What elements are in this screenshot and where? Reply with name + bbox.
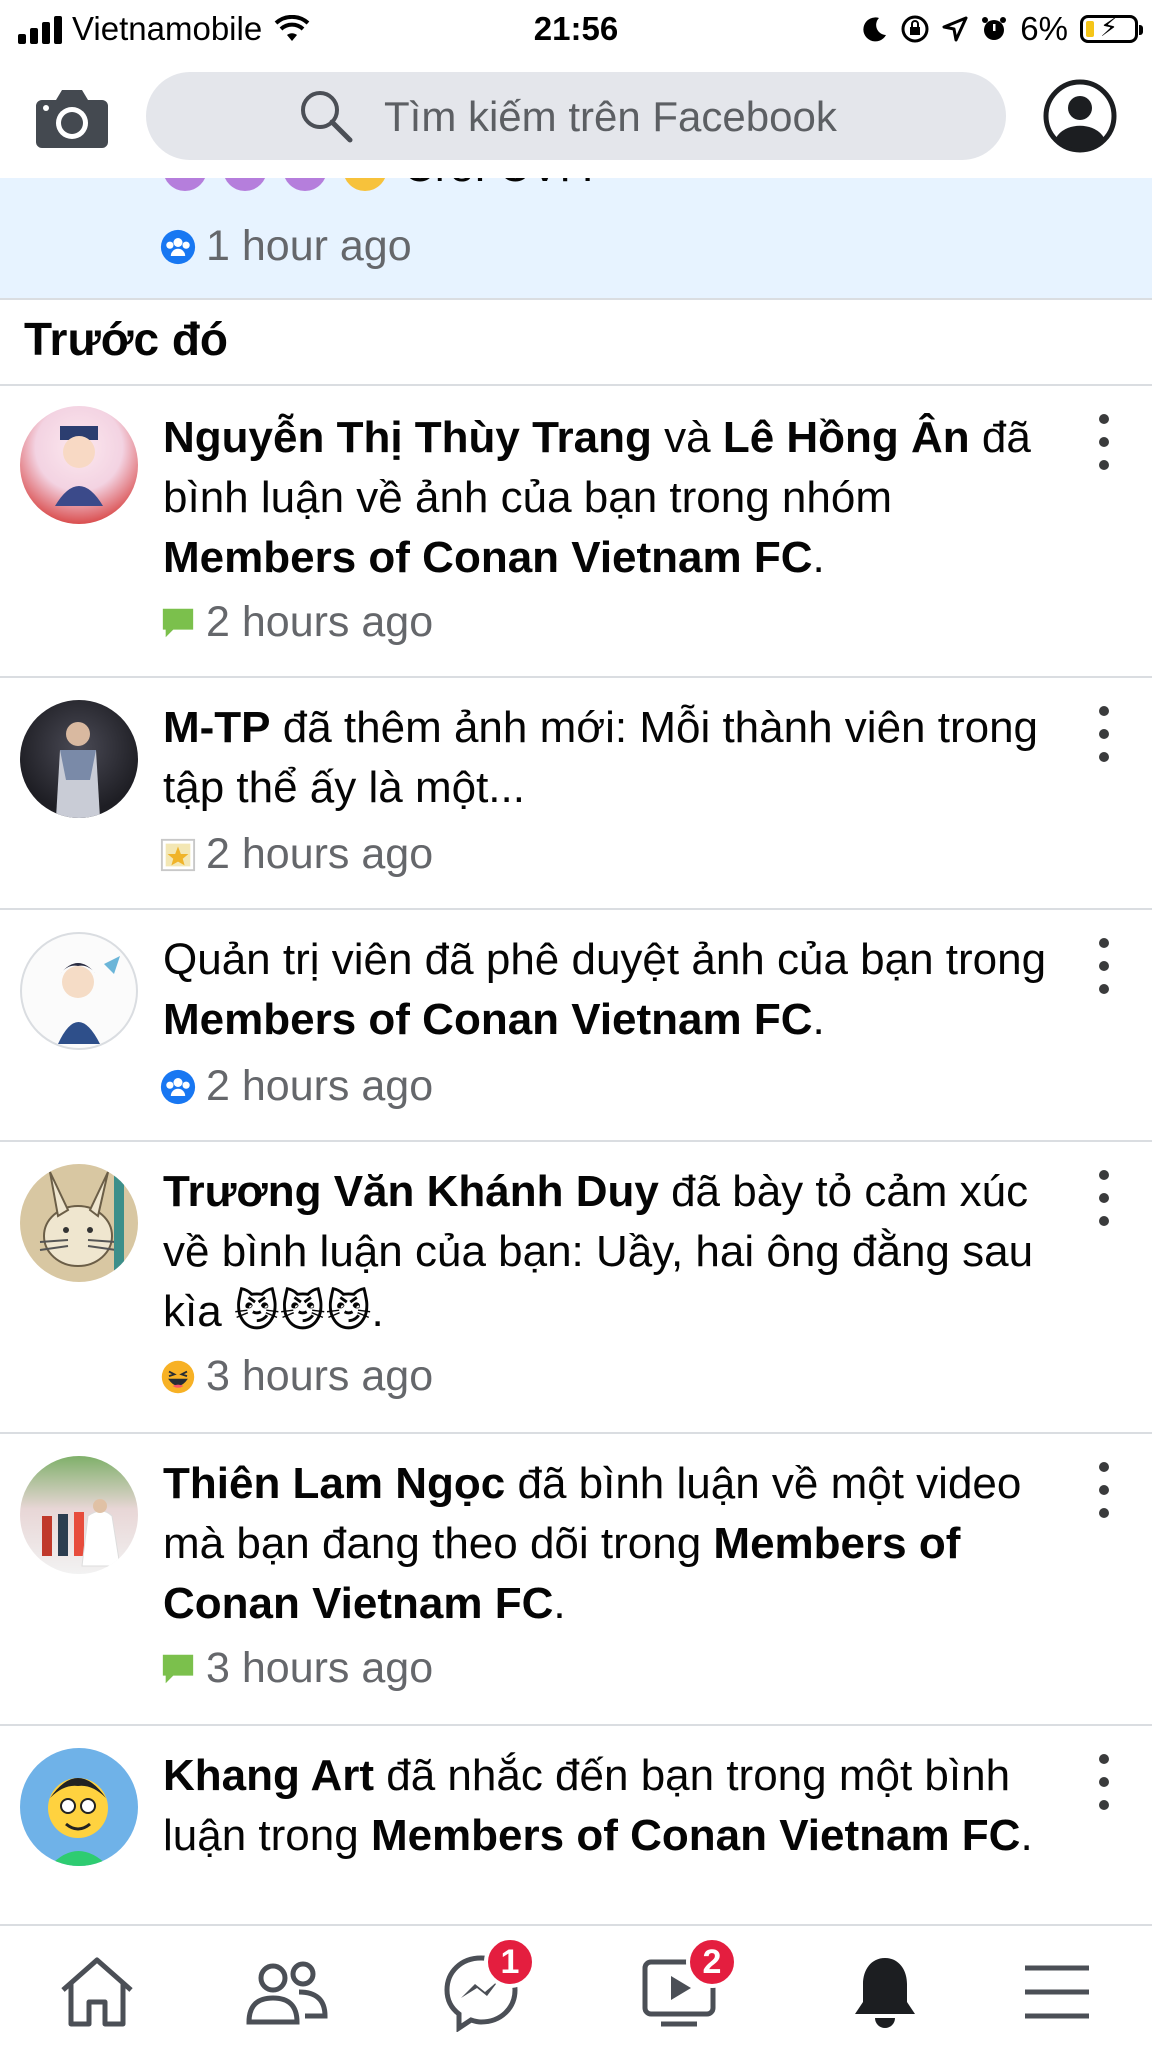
- group-icon: [160, 229, 196, 264]
- grimace-emoji-icon: [343, 178, 387, 192]
- time-row: 3 hours ago: [160, 1352, 433, 1401]
- profile-avatar-icon: [1043, 79, 1117, 153]
- facepalm-emoji-icon: [223, 178, 267, 192]
- location-icon: [942, 16, 968, 42]
- nav-menu[interactable]: [1002, 1942, 1112, 2042]
- notification-item[interactable]: Trương Văn Khánh Duy đã bày tỏ cảm xúc v…: [0, 1142, 1152, 1434]
- bottom-navigation: 1 2: [0, 1924, 1152, 2050]
- nav-home[interactable]: [42, 1942, 152, 2042]
- photo-icon: [160, 838, 196, 871]
- avatar: [20, 1164, 138, 1282]
- moon-icon: [863, 17, 887, 42]
- time-row: 2 hours ago: [160, 830, 433, 879]
- search-bar[interactable]: [146, 72, 1006, 160]
- camera-button[interactable]: [34, 80, 110, 156]
- previous-notification[interactable]: Cre: CVF. 1 hour ago: [0, 178, 1152, 300]
- notification-item[interactable]: Thiên Lam Ngọc đã bình luận về một video…: [0, 1434, 1152, 1726]
- more-options-button[interactable]: [1086, 706, 1122, 762]
- time-row: 2 hours ago: [160, 1062, 433, 1111]
- top-header: [0, 62, 1152, 180]
- previous-notification-text: Cre: CVF.: [163, 178, 594, 192]
- home-icon: [61, 1957, 133, 2027]
- previous-time-row: 1 hour ago: [160, 222, 412, 271]
- avatar: [20, 1748, 138, 1866]
- notification-text: Quản trị viên đã phê duyệt ảnh của bạn t…: [163, 935, 1047, 1044]
- comment-icon: [162, 1654, 194, 1683]
- nav-friends[interactable]: [232, 1942, 342, 2042]
- notification-item[interactable]: M-TP đã thêm ảnh mới: Mỗi thành viên tro…: [0, 678, 1152, 910]
- smirk-cat-emoji-icon: 😼😼😼: [233, 1287, 372, 1336]
- search-input[interactable]: [382, 88, 986, 146]
- haha-reaction-icon: [161, 1360, 195, 1393]
- nav-notifications[interactable]: [830, 1942, 940, 2042]
- notification-text: Nguyễn Thị Thùy Trang và Lê Hồng Ân đã b…: [163, 413, 1031, 582]
- facepalm-emoji-icon: [283, 178, 327, 192]
- notification-item[interactable]: Nguyễn Thị Thùy Trang và Lê Hồng Ân đã b…: [0, 386, 1152, 678]
- menu-icon: [1025, 1965, 1089, 2019]
- avatar: [20, 1456, 138, 1574]
- more-options-button[interactable]: [1086, 414, 1122, 470]
- time-row: 2 hours ago: [160, 598, 433, 647]
- notification-text: Trương Văn Khánh Duy đã bày tỏ cảm xúc v…: [163, 1167, 1034, 1336]
- section-title: Trước đó: [24, 313, 229, 365]
- battery-icon: ⚡: [1080, 12, 1143, 43]
- notification-text: Khang Art đã nhắc đến bạn trong một bình…: [163, 1751, 1033, 1860]
- watch-badge: 2: [686, 1936, 738, 1988]
- time-row: 3 hours ago: [160, 1644, 433, 1693]
- rotation-lock-icon: [901, 15, 929, 43]
- more-options-button[interactable]: [1086, 1170, 1122, 1226]
- profile-button[interactable]: [1042, 78, 1118, 154]
- previous-time: 1 hour ago: [206, 222, 412, 270]
- more-options-button[interactable]: [1086, 1754, 1122, 1810]
- nav-watch[interactable]: 2: [628, 1936, 738, 2042]
- search-icon: [301, 91, 353, 143]
- previous-notification-tail: Cre: CVF.: [403, 178, 594, 191]
- more-options-button[interactable]: [1086, 938, 1122, 994]
- alarm-icon: [982, 17, 1007, 40]
- avatar: [20, 406, 138, 524]
- notification-item[interactable]: Quản trị viên đã phê duyệt ảnh của bạn t…: [0, 910, 1152, 1142]
- avatar: [20, 700, 138, 818]
- status-bar: Vietnamobile 21:56 6% ⚡: [0, 0, 1152, 62]
- bell-icon: [855, 1958, 915, 2028]
- messenger-badge: 1: [484, 1936, 536, 1988]
- notification-text: Thiên Lam Ngọc đã bình luận về một video…: [163, 1459, 1022, 1628]
- comment-icon: [162, 608, 194, 637]
- avatar: [20, 932, 138, 1050]
- group-icon: [160, 1069, 196, 1104]
- battery-percent: 6%: [1020, 10, 1068, 47]
- camera-icon: [36, 90, 108, 148]
- notification-text: M-TP đã thêm ảnh mới: Mỗi thành viên tro…: [163, 703, 1039, 812]
- friends-icon: [246, 1961, 328, 2025]
- more-options-button[interactable]: [1086, 1462, 1122, 1518]
- status-right: 6% ⚡: [862, 10, 1143, 48]
- notification-item[interactable]: Khang Art đã nhắc đến bạn trong một bình…: [0, 1726, 1152, 1924]
- facepalm-emoji-icon: [163, 178, 207, 192]
- nav-messenger[interactable]: 1: [426, 1936, 536, 2042]
